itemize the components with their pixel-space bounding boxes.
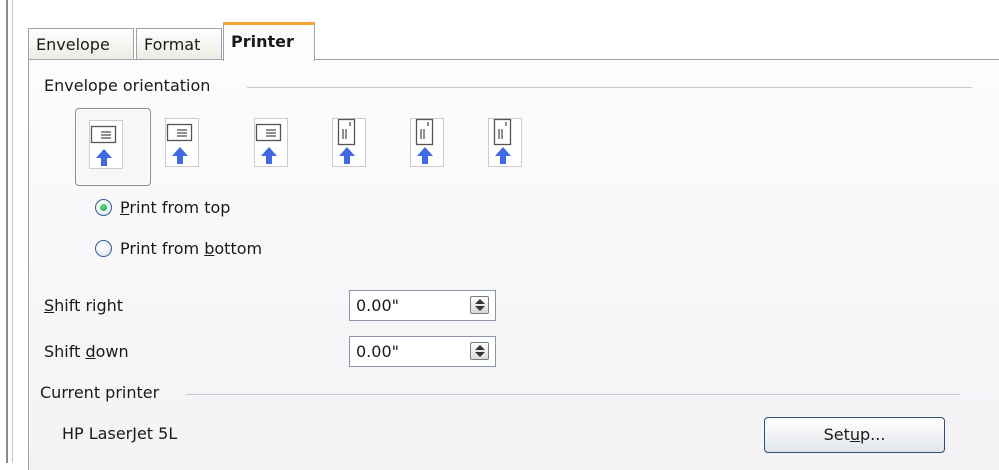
current-printer-separator xyxy=(186,394,960,395)
tab-envelope[interactable]: Envelope xyxy=(28,28,134,60)
radio-unchecked-icon[interactable] xyxy=(95,239,112,257)
setup-button[interactable]: Setup... xyxy=(764,417,945,453)
shift-right-value[interactable]: 0.00" xyxy=(356,291,399,320)
orientation-option-5[interactable] xyxy=(398,108,474,186)
spin-up-down-icon[interactable] xyxy=(470,296,489,314)
envelope-vertical-center-icon xyxy=(410,118,444,167)
spin-up-down-icon[interactable] xyxy=(470,342,489,360)
current-printer-name: HP LaserJet 5L xyxy=(62,424,178,443)
tab-format[interactable]: Format xyxy=(136,28,222,60)
shift-down-value[interactable]: 0.00" xyxy=(356,337,399,366)
window-edge-line xyxy=(6,0,8,463)
orientation-option-1[interactable] xyxy=(75,108,151,186)
envelope-orientation-title: Envelope orientation xyxy=(44,76,211,95)
shift-right-spinbox[interactable]: 0.00" xyxy=(349,290,496,321)
radio-checked-icon[interactable] xyxy=(95,198,112,216)
orientation-option-4[interactable] xyxy=(320,108,396,186)
print-from-top-radio[interactable]: Print from top xyxy=(95,195,230,219)
tab-printer[interactable]: Printer xyxy=(223,22,315,61)
envelope-vertical-right-icon xyxy=(488,118,522,167)
print-from-top-label: Print from top xyxy=(120,197,231,217)
shift-right-label: Shift right xyxy=(44,296,124,315)
orientation-option-3[interactable] xyxy=(242,108,318,186)
shift-down-label: Shift down xyxy=(44,342,129,361)
print-from-bottom-label: Print from bottom xyxy=(120,238,263,258)
shift-down-spinbox[interactable]: 0.00" xyxy=(349,336,496,367)
window-edge-line-inner xyxy=(12,0,13,463)
envelope-horizontal-left-icon xyxy=(89,120,123,169)
envelope-horizontal-right-icon xyxy=(254,118,288,167)
current-printer-title: Current printer xyxy=(40,383,160,402)
print-from-bottom-radio[interactable]: Print from bottom xyxy=(95,236,262,260)
envelope-horizontal-center-icon xyxy=(165,118,199,167)
orientation-option-6[interactable] xyxy=(476,108,552,186)
orientation-option-2[interactable] xyxy=(153,108,229,186)
envelope-vertical-left-icon xyxy=(332,118,366,167)
envelope-orientation-separator xyxy=(247,87,972,88)
